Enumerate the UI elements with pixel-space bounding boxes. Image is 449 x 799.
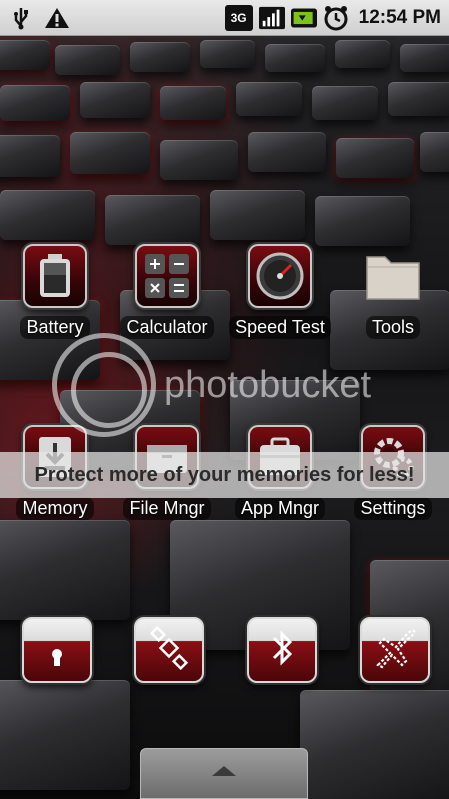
- dock-airplane-mode-button[interactable]: [360, 617, 430, 683]
- dock-gps-button[interactable]: [134, 617, 204, 683]
- speedometer-icon: [248, 244, 312, 308]
- battery-icon: [23, 244, 87, 308]
- usb-icon: [8, 5, 34, 31]
- app-speed-test[interactable]: Speed Test: [229, 244, 331, 339]
- app-tools[interactable]: Tools: [343, 244, 443, 339]
- app-calculator[interactable]: Calculator: [117, 244, 217, 339]
- photobucket-logo-icon: [52, 333, 156, 437]
- status-bar: 3G 12:54 PM: [0, 0, 449, 36]
- bluetooth-icon: [267, 626, 297, 675]
- airplane-mode-icon: [372, 625, 418, 676]
- warning-icon: [44, 5, 70, 31]
- dock-lock-toggle-button[interactable]: [22, 617, 92, 683]
- signal-icon: [258, 5, 285, 31]
- chevron-up-icon: [210, 764, 238, 783]
- alarm-icon: [323, 5, 349, 31]
- photobucket-watermark: photobucket: [52, 330, 402, 440]
- lock-toggle-icon: [42, 628, 72, 673]
- gps-satellite-icon: [149, 625, 189, 675]
- watermark-banner: Protect more of your memories for less!: [0, 452, 449, 498]
- network-type-icon: 3G: [224, 4, 253, 31]
- clock: 12:54 PM: [358, 6, 441, 28]
- app-label: App Mngr: [234, 497, 326, 520]
- watermark-banner-text: Protect more of your memories for less!: [34, 463, 415, 486]
- app-label: Memory: [16, 497, 94, 520]
- app-drawer-handle[interactable]: [140, 748, 308, 799]
- app-label: File Mngr: [123, 497, 211, 520]
- folder-icon: [361, 244, 425, 308]
- app-label: Settings: [354, 497, 432, 520]
- calculator-icon: [135, 244, 199, 308]
- app-battery[interactable]: Battery: [5, 244, 105, 339]
- watermark-brand: photobucket: [164, 363, 372, 406]
- battery-icon: [290, 5, 317, 31]
- dock-bluetooth-button[interactable]: [247, 617, 317, 683]
